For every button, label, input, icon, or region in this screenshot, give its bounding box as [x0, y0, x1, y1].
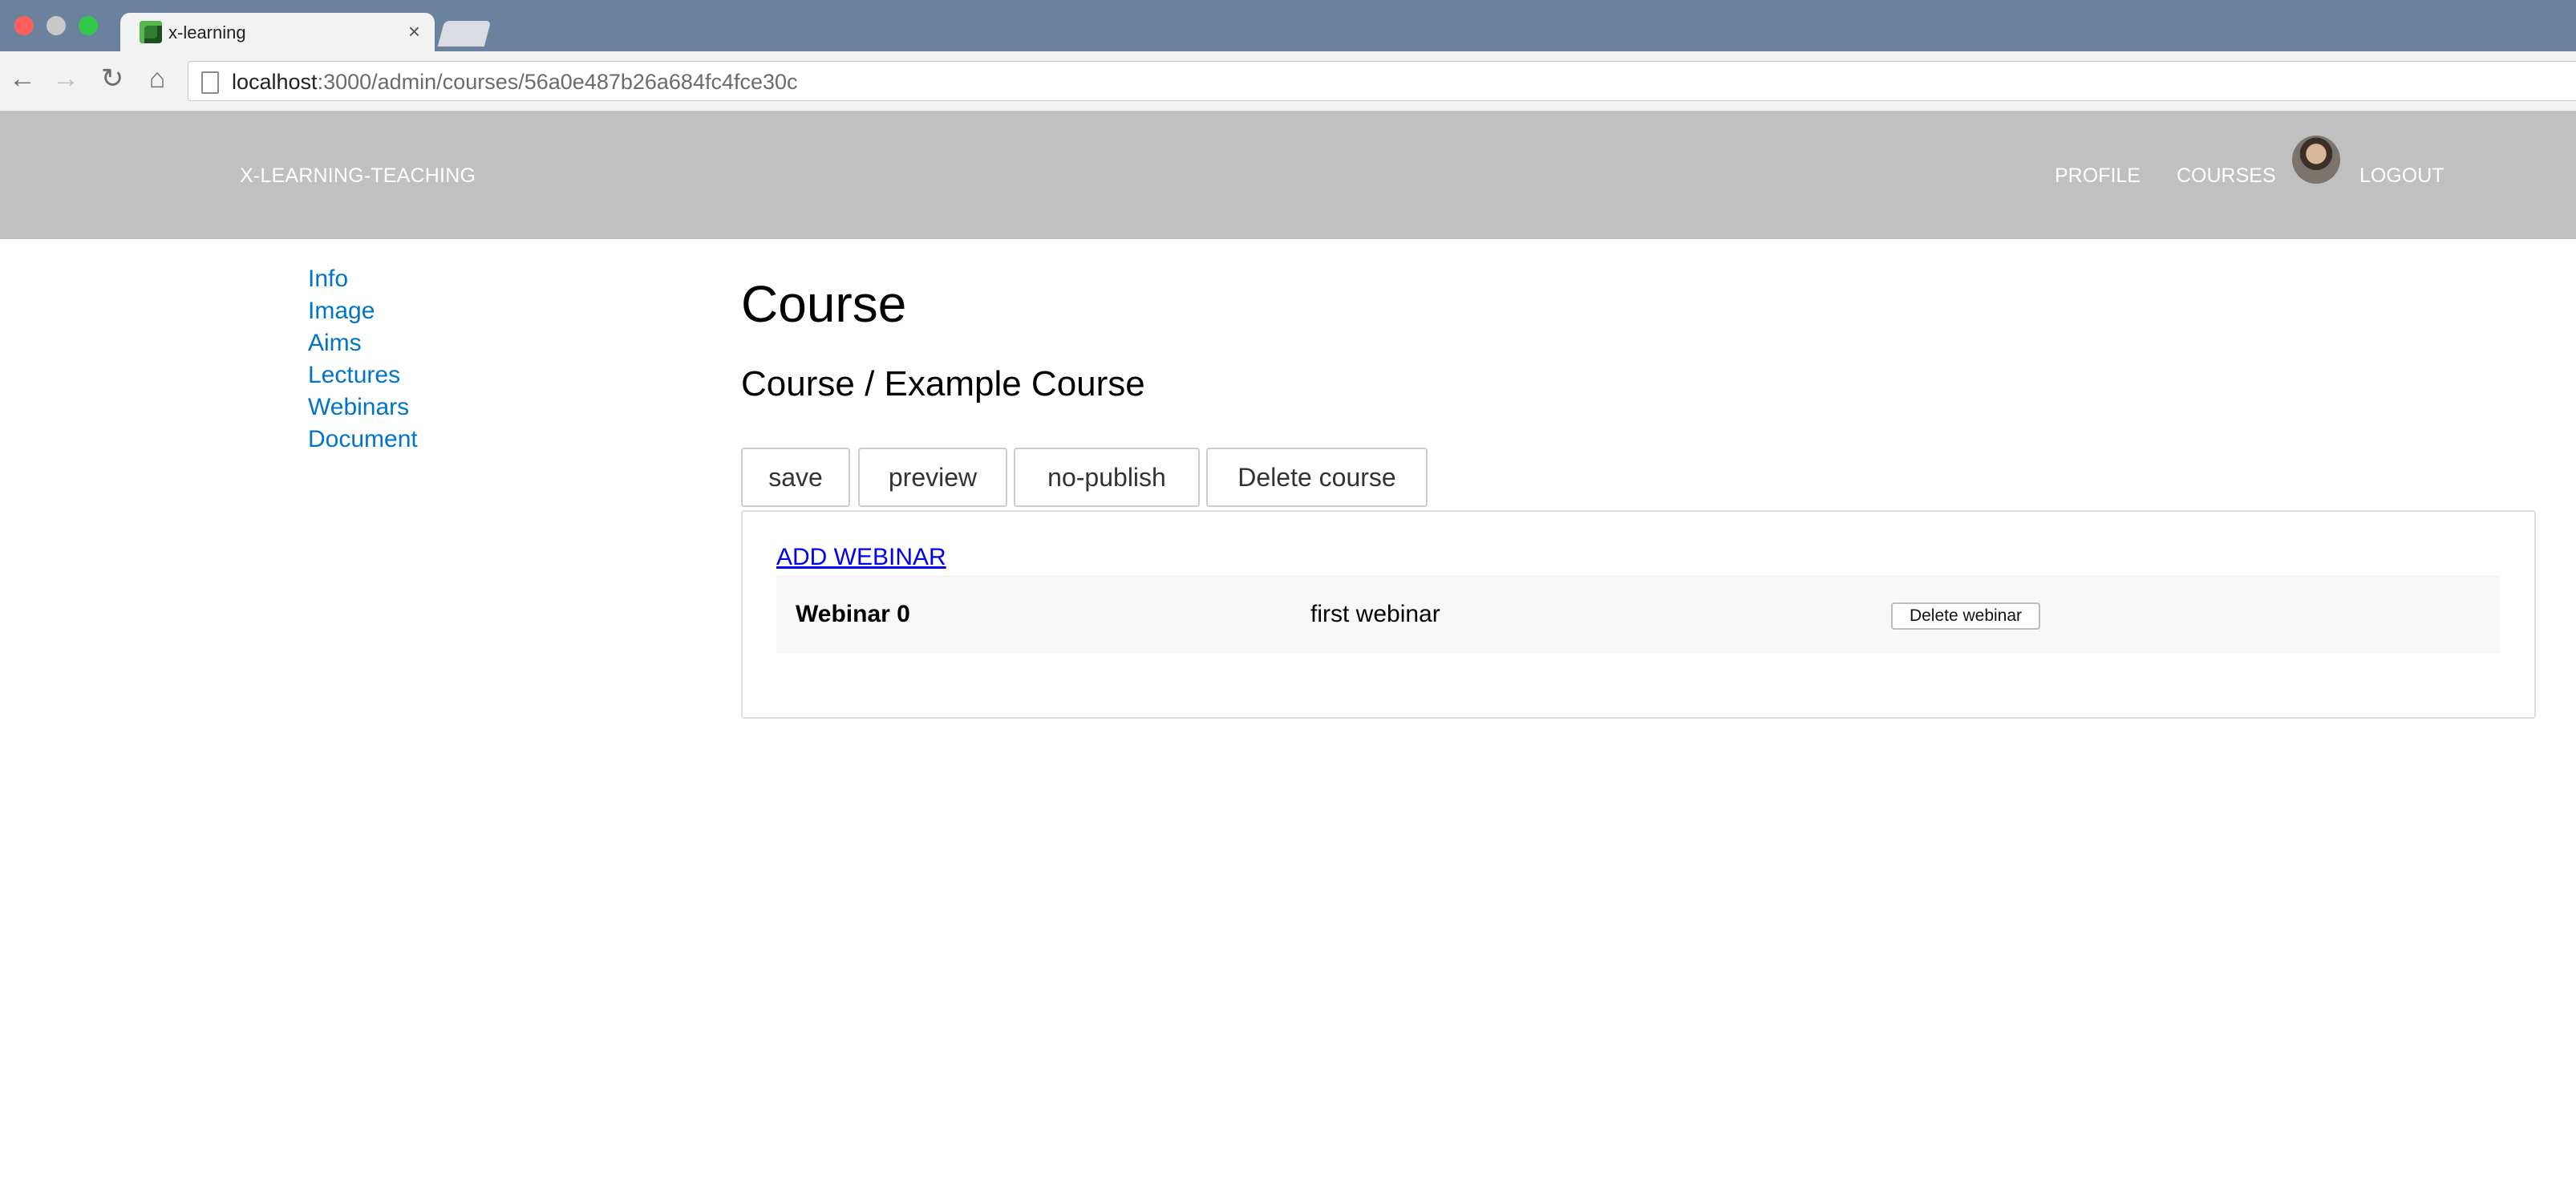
tab-close-icon[interactable]: ×: [408, 19, 420, 43]
page-icon: [201, 71, 219, 94]
webinar-name: Webinar 0: [796, 601, 910, 627]
sidebar-item-info[interactable]: Info: [308, 263, 418, 295]
webinars-panel: ADD WEBINAR Webinar 0 first webinar Dele…: [741, 510, 2536, 719]
no-publish-button[interactable]: no-publish: [1014, 448, 1200, 507]
nav-profile-link[interactable]: PROFILE: [2055, 164, 2141, 188]
delete-course-button[interactable]: Delete course: [1206, 448, 1428, 507]
preview-button[interactable]: preview: [858, 448, 1007, 507]
browser-tab[interactable]: x-learning ×: [120, 13, 435, 51]
new-tab-button[interactable]: [437, 21, 492, 47]
user-avatar[interactable]: [2292, 136, 2340, 184]
sidebar-item-lectures[interactable]: Lectures: [308, 359, 418, 391]
course-breadcrumb-title: Course / Example Course: [741, 364, 1145, 403]
main-content: Course Course / Example Course save prev…: [741, 268, 2538, 719]
back-arrow-icon[interactable]: ←: [6, 63, 38, 95]
sidebar-item-webinars[interactable]: Webinars: [308, 391, 418, 424]
browser-tab-strip: x-learning ×: [0, 0, 2576, 51]
browser-tab-title: x-learning: [168, 22, 246, 43]
url-text[interactable]: localhost:3000/admin/courses/56a0e487b26…: [232, 70, 798, 95]
forward-arrow-icon[interactable]: →: [50, 63, 82, 95]
home-icon[interactable]: ⌂: [141, 63, 173, 95]
sidebar-item-aims[interactable]: Aims: [308, 327, 418, 359]
webinar-title: first webinar: [1310, 601, 1440, 627]
site-favicon-icon: [140, 21, 162, 43]
window-minimize-button[interactable]: [47, 16, 66, 35]
delete-webinar-button[interactable]: Delete webinar: [1891, 602, 2040, 630]
app-header: X-LEARNING-TEACHING PROFILE COURSES LOGO…: [0, 112, 2576, 239]
nav-courses-link[interactable]: COURSES: [2177, 164, 2276, 188]
save-button[interactable]: save: [741, 448, 850, 507]
window-close-button[interactable]: [14, 16, 34, 35]
browser-toolbar: ← → ↻ ⌂ localhost:3000/admin/courses/56a…: [0, 51, 2576, 112]
sidebar-item-image[interactable]: Image: [308, 295, 418, 327]
url-host: localhost: [232, 70, 318, 94]
window-maximize-button[interactable]: [79, 16, 98, 35]
brand-logo-link[interactable]: X-LEARNING-TEACHING: [240, 164, 476, 188]
webinar-row: Webinar 0 first webinar Delete webinar: [776, 576, 2501, 654]
nav-logout-link[interactable]: LOGOUT: [2359, 164, 2444, 188]
sidebar-item-document[interactable]: Document: [308, 424, 418, 456]
reload-icon[interactable]: ↻: [96, 63, 128, 95]
url-path: :3000/admin/courses/56a0e487b26a684fc4fc…: [317, 70, 798, 94]
course-sidebar: Info Image Aims Lectures Webinars Docume…: [308, 263, 418, 456]
address-bar[interactable]: localhost:3000/admin/courses/56a0e487b26…: [188, 61, 2576, 101]
page-title: Course: [741, 275, 907, 333]
add-webinar-link[interactable]: ADD WEBINAR: [776, 544, 946, 571]
